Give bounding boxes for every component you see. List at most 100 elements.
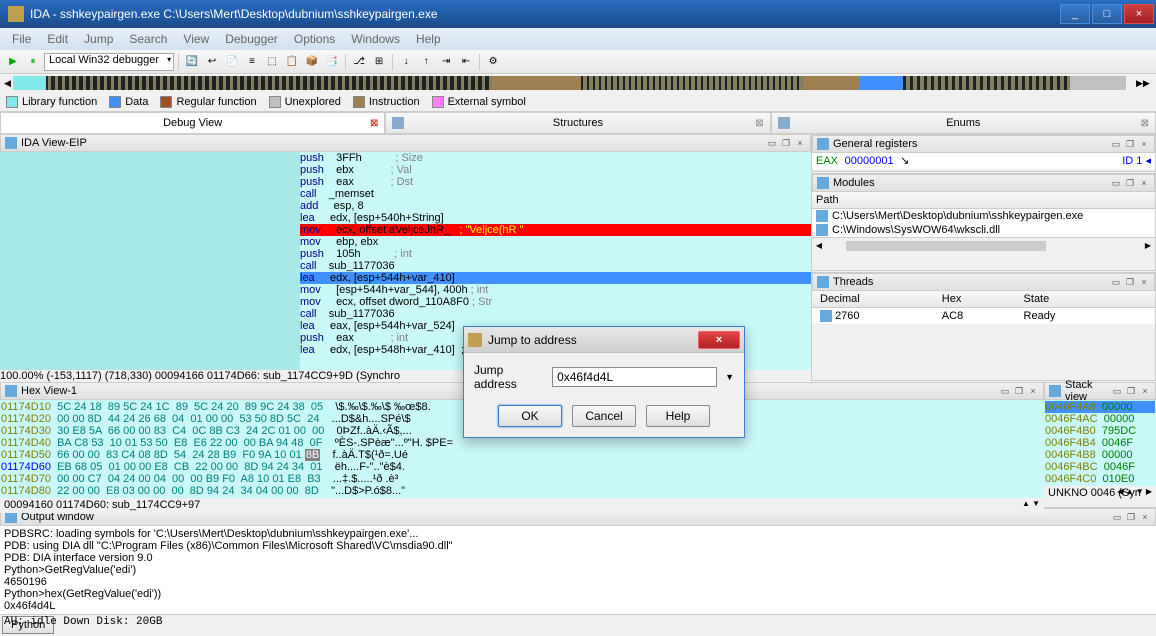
tab-structures[interactable]: Structures ⊠ (385, 112, 770, 133)
nav-left-icon[interactable]: ◀ (4, 78, 12, 89)
minimize-button[interactable]: _ (1060, 4, 1090, 24)
dialog-close-button[interactable]: × (698, 331, 740, 349)
pane-win-icon[interactable]: ▭ (766, 137, 778, 149)
close-button[interactable]: × (1124, 4, 1154, 24)
jump-address-input[interactable] (552, 367, 717, 387)
scroll-arrows[interactable]: ◀ ▲ ▼ ▶ (1117, 487, 1152, 496)
module-icon (816, 210, 828, 222)
tab-close-icon[interactable]: ⊠ (370, 118, 378, 129)
pane-win-icon[interactable]: ▭ (1111, 511, 1123, 523)
tool-icon[interactable]: ⬚ (263, 53, 281, 71)
run-button[interactable]: ▶ (4, 53, 22, 71)
tool-icon[interactable]: ↑ (417, 53, 435, 71)
thread-row[interactable]: 2760 AC8 Ready (812, 308, 1155, 325)
pane-close-icon[interactable]: × (1138, 276, 1150, 288)
col-hex[interactable]: Hex (934, 291, 1016, 308)
pause-button[interactable]: ⏸ (24, 53, 42, 71)
menu-windows[interactable]: Windows (343, 30, 408, 48)
modules-header[interactable]: Path (812, 192, 1155, 209)
pane-close-icon[interactable]: × (1139, 511, 1151, 523)
output-pane: Output window ▭ ❐ × PDBSRC: loading symb… (0, 507, 1156, 614)
tool-icon[interactable]: ⚙ (484, 53, 502, 71)
menu-jump[interactable]: Jump (76, 30, 121, 48)
dropdown-icon[interactable]: ▼ (725, 372, 734, 382)
pane-close-icon[interactable]: × (794, 137, 806, 149)
tab-debug-view[interactable]: Debug View ⊠ (0, 112, 385, 133)
help-button[interactable]: Help (646, 405, 710, 427)
toolbar-sep (345, 54, 346, 70)
menu-view[interactable]: View (175, 30, 217, 48)
pane-restore-icon[interactable]: ❐ (1125, 385, 1137, 397)
tool-icon[interactable]: ↓ (397, 53, 415, 71)
legend-swatch (6, 96, 18, 108)
nav-right-icon[interactable]: ▶▶ (1136, 78, 1144, 89)
enums-icon (778, 117, 790, 129)
pane-close-icon[interactable]: × (1027, 385, 1039, 397)
col-state[interactable]: State (1016, 291, 1120, 308)
pane-restore-icon[interactable]: ❐ (1124, 177, 1136, 189)
dialog-titlebar[interactable]: Jump to address × (464, 327, 744, 353)
menu-debugger[interactable]: Debugger (217, 30, 286, 48)
legend-swatch (269, 96, 281, 108)
pane-win-icon[interactable]: ▭ (999, 385, 1011, 397)
tab-close-icon[interactable]: ⊠ (1141, 118, 1149, 129)
pane-win-icon[interactable]: ▭ (1111, 385, 1123, 397)
maximize-button[interactable]: □ (1092, 4, 1122, 24)
structures-icon (392, 117, 404, 129)
tool-icon[interactable]: ≡ (243, 53, 261, 71)
threads-icon (817, 276, 829, 288)
pane-restore-icon[interactable]: ❐ (780, 137, 792, 149)
pane-win-icon[interactable]: ▭ (1110, 177, 1122, 189)
tool-icon[interactable]: ⇤ (457, 53, 475, 71)
scroll-thumb[interactable] (846, 241, 1046, 251)
scroll-arrows[interactable]: ▲ ▼ (1022, 499, 1040, 508)
modules-scrollbar[interactable]: ◀ ▶ (812, 237, 1155, 253)
output-body[interactable]: PDBSRC: loading symbols for 'C:\Users\Me… (0, 526, 1156, 614)
ok-button[interactable]: OK (498, 405, 562, 427)
tool-icon[interactable]: 🔄 (183, 53, 201, 71)
menu-search[interactable]: Search (121, 30, 175, 48)
view-icon (5, 137, 17, 149)
scroll-right-icon[interactable]: ▶ (1141, 241, 1155, 250)
legend: Library function Data Regular function U… (0, 92, 1156, 112)
tool-icon[interactable]: 📑 (323, 53, 341, 71)
stack-body[interactable]: 0046F4A8 000000046F4AC 000000046F4B0 795… (1044, 400, 1156, 486)
module-row[interactable]: C:\Users\Mert\Desktop\dubnium\sshkeypair… (812, 209, 1155, 223)
tool-icon[interactable]: ⊞ (370, 53, 388, 71)
tool-icon[interactable]: 📋 (283, 53, 301, 71)
col-decimal[interactable]: Decimal (812, 291, 934, 308)
hex-icon (5, 385, 17, 397)
pane-close-icon[interactable]: × (1138, 138, 1150, 150)
tool-icon[interactable]: ⎇ (350, 53, 368, 71)
pane-win-icon[interactable]: ▭ (1110, 276, 1122, 288)
tool-icon[interactable]: 📄 (223, 53, 241, 71)
scroll-left-icon[interactable]: ◀ (812, 241, 826, 250)
pane-close-icon[interactable]: × (1139, 385, 1151, 397)
pane-close-icon[interactable]: × (1138, 177, 1150, 189)
tab-enums[interactable]: Enums ⊠ (771, 112, 1156, 133)
tool-icon[interactable]: ⇥ (437, 53, 455, 71)
legend-label: Regular function (176, 96, 256, 108)
module-row[interactable]: C:\Windows\SysWOW64\wkscli.dll (812, 223, 1155, 237)
jump-to-address-dialog: Jump to address × Jump address ▼ OK Canc… (463, 326, 745, 438)
tool-icon[interactable]: ↩ (203, 53, 221, 71)
menu-options[interactable]: Options (286, 30, 343, 48)
menu-help[interactable]: Help (408, 30, 449, 48)
toolbar-sep (392, 54, 393, 70)
modules-icon (817, 177, 829, 189)
pane-title: Modules (833, 177, 1108, 189)
legend-swatch (353, 96, 365, 108)
pane-restore-icon[interactable]: ❐ (1124, 276, 1136, 288)
pane-restore-icon[interactable]: ❐ (1124, 138, 1136, 150)
cancel-button[interactable]: Cancel (572, 405, 636, 427)
menu-edit[interactable]: Edit (39, 30, 76, 48)
pane-restore-icon[interactable]: ❐ (1013, 385, 1025, 397)
tab-close-icon[interactable]: ⊠ (755, 118, 763, 129)
pane-win-icon[interactable]: ▭ (1110, 138, 1122, 150)
debugger-combo[interactable]: Local Win32 debugger (44, 53, 174, 71)
nav-strip[interactable]: ◀ ▶▶ (0, 74, 1156, 92)
menu-file[interactable]: File (4, 30, 39, 48)
pane-restore-icon[interactable]: ❐ (1125, 511, 1137, 523)
dialog-title: Jump to address (488, 333, 698, 347)
tool-icon[interactable]: 📦 (303, 53, 321, 71)
